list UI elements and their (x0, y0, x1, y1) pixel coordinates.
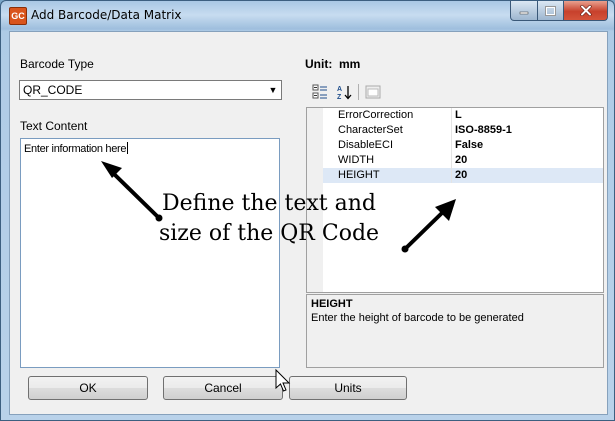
property-row-height[interactable]: HEIGHT 20 (323, 168, 603, 183)
svg-text:Z: Z (337, 94, 342, 100)
property-row-errorcorrection[interactable]: ErrorCorrection L (323, 108, 603, 123)
property-pages-button[interactable] (363, 82, 383, 102)
maximize-icon (545, 5, 556, 16)
callout-line-1: Define the text and (161, 191, 376, 216)
barcode-type-value: QR_CODE (23, 83, 83, 97)
minimize-icon (519, 11, 529, 14)
text-content-label: Text Content (20, 119, 88, 133)
cancel-button[interactable]: Cancel (163, 376, 283, 400)
text-caret (127, 142, 129, 154)
column-divider (451, 153, 452, 168)
text-content-value: Enter information here (24, 143, 127, 155)
unit-display: Unit: mm (305, 57, 360, 71)
property-key: DisableECI (338, 139, 394, 151)
unit-value: mm (339, 57, 361, 71)
chevron-down-icon: ▼ (268, 85, 278, 95)
help-description: Enter the height of barcode to be genera… (311, 312, 524, 324)
property-key: HEIGHT (338, 169, 380, 181)
toolbar-separator (358, 84, 359, 100)
close-icon (579, 5, 592, 16)
property-value[interactable]: 20 (455, 154, 467, 166)
categorized-view-button[interactable] (310, 82, 330, 102)
close-button[interactable] (564, 1, 608, 21)
property-row-width[interactable]: WIDTH 20 (323, 153, 603, 168)
app-icon: GC (9, 7, 27, 25)
dialog-window: GC Add Barcode/Data Matrix Barcode Type … (0, 0, 615, 421)
svg-text:A: A (337, 86, 342, 93)
column-divider (451, 138, 452, 153)
ok-button[interactable]: OK (28, 376, 148, 400)
property-key: ErrorCorrection (338, 109, 414, 121)
unit-label: Unit: (305, 57, 333, 71)
property-key: CharacterSet (338, 124, 403, 136)
window-title: Add Barcode/Data Matrix (31, 8, 182, 22)
property-key: WIDTH (338, 154, 375, 166)
sort-az-icon: A Z (337, 86, 352, 100)
callout-annotation: Define the text and size of the QR Code (139, 189, 399, 249)
property-value[interactable]: ISO-8859-1 (455, 124, 512, 136)
title-bar[interactable]: GC Add Barcode/Data Matrix (1, 1, 614, 31)
property-value[interactable]: 20 (455, 169, 467, 181)
barcode-type-label: Barcode Type (20, 57, 94, 71)
property-pages-icon (365, 85, 381, 99)
property-value[interactable]: False (455, 139, 483, 151)
help-title: HEIGHT (311, 298, 353, 310)
minimize-button[interactable] (510, 1, 538, 21)
property-help-panel: HEIGHT Enter the height of barcode to be… (306, 294, 604, 368)
property-grid-toolbar: A Z (310, 80, 383, 104)
property-row-disableeci[interactable]: DisableECI False (323, 138, 603, 153)
alphabetical-sort-button[interactable]: A Z (334, 82, 354, 102)
property-row-characterset[interactable]: CharacterSet ISO-8859-1 (323, 123, 603, 138)
column-divider (451, 168, 452, 183)
categorized-icon (312, 84, 327, 99)
column-divider (451, 123, 452, 138)
caption-buttons (510, 1, 608, 21)
barcode-type-select[interactable]: QR_CODE ▼ (19, 80, 282, 100)
maximize-button[interactable] (538, 1, 564, 21)
text-content-input[interactable]: Enter information here (20, 138, 280, 368)
column-divider (451, 108, 452, 123)
units-button[interactable]: Units (289, 376, 407, 400)
callout-line-2: size of the QR Code (158, 221, 380, 246)
property-value[interactable]: L (455, 109, 462, 121)
